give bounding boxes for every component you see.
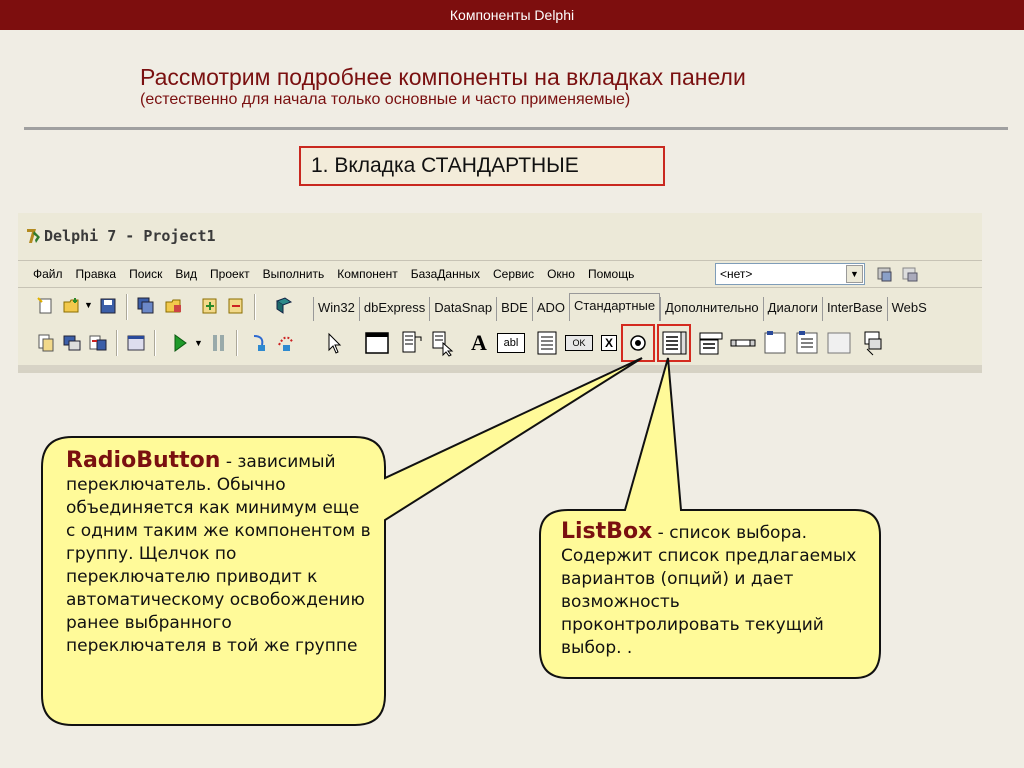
scrollbar-icon[interactable] (729, 329, 757, 357)
mainmenu-icon[interactable] (399, 329, 427, 357)
menu-item[interactable]: Вид (168, 267, 203, 281)
open-project-icon[interactable] (164, 296, 184, 316)
radiobutton-description: RadioButton - зависимый переключатель. О… (66, 449, 371, 658)
view-unit-icon[interactable] (36, 333, 56, 353)
palette-tab[interactable]: Стандартные (569, 293, 661, 321)
palette-tab[interactable]: WebS (886, 297, 931, 321)
menu-bar: Файл Правка Поиск Вид Проект Выполнить Компоне… (18, 260, 982, 288)
delphi-logo-icon (24, 227, 42, 245)
palette-tab[interactable]: Дополнительно (660, 297, 763, 321)
chevron-down-icon[interactable]: ▼ (846, 265, 863, 283)
menu-item[interactable]: БазаДанных (404, 267, 486, 281)
section-label: 1. Вкладка СТАНДАРТНЫЕ (299, 146, 665, 186)
slide-title: Рассмотрим подробнее компоненты на вклад… (140, 64, 746, 90)
trace-into-icon[interactable] (250, 333, 270, 353)
step-over-icon[interactable] (276, 333, 296, 353)
menu-item[interactable]: Поиск (122, 267, 168, 281)
menu-items: Файл Правка Поиск Вид Проект Выполнить Компоне… (26, 267, 640, 281)
slide-header: Компоненты Delphi (0, 0, 1024, 30)
open-dropdown-icon[interactable]: ▼ (84, 300, 93, 310)
window-titlebar: Delphi 7 - Project1 (18, 213, 982, 255)
radiogroup-icon[interactable] (793, 329, 821, 357)
combobox-icon[interactable] (697, 329, 725, 357)
frames-icon[interactable] (363, 329, 391, 357)
slide-heading: Рассмотрим подробнее компоненты на вклад… (140, 64, 1000, 110)
new-form-icon[interactable] (126, 333, 146, 353)
palette-tab[interactable]: Диалоги (762, 297, 822, 321)
window-title: Delphi 7 - Project1 (44, 227, 216, 245)
palette-tab[interactable]: BDE (496, 297, 532, 321)
save-icon[interactable] (98, 296, 118, 316)
run-dropdown-icon[interactable]: ▼ (194, 338, 203, 348)
view-form-icon[interactable] (62, 333, 82, 353)
toolbar-separator (254, 294, 256, 320)
menu-item[interactable]: Компонент (330, 267, 404, 281)
menu-item[interactable]: Проект (203, 267, 256, 281)
desktop-combo[interactable]: <нет> ▼ (715, 263, 865, 285)
palette-tab[interactable]: InterBase (821, 297, 887, 321)
new-icon[interactable] (36, 296, 56, 316)
menu-item[interactable]: Файл (26, 267, 69, 281)
listbox-description: ListBox - список выбора. Содержит список… (561, 520, 861, 660)
popupmenu-icon[interactable] (429, 329, 457, 357)
menu-item[interactable]: Сервис (486, 267, 540, 281)
edit-component-icon[interactable]: abl (497, 333, 525, 353)
open-icon[interactable] (62, 296, 82, 316)
palette-tab[interactable]: dbExpress (358, 297, 429, 321)
toolbar-separator (236, 330, 238, 356)
delphi-window: Delphi 7 - Project1 Файл Правка Поиск Вид Пр… (18, 213, 982, 373)
pointer-icon[interactable] (319, 329, 347, 357)
add-to-project-icon[interactable] (200, 296, 220, 316)
remove-from-project-icon[interactable] (226, 296, 246, 316)
radiobutton-text: - зависимый переключатель. Обычно объеди… (66, 452, 371, 656)
palette-tabs: Win32 dbExpress DataSnap BDE ADO Стандартные Д… (313, 291, 931, 321)
pause-icon[interactable] (208, 333, 228, 353)
listbox-icon[interactable] (660, 329, 688, 357)
actionlist-icon[interactable] (859, 329, 887, 357)
toggle-form-unit-icon[interactable] (88, 333, 108, 353)
radiobutton-term: RadioButton (66, 448, 221, 473)
listbox-term: ListBox (561, 519, 653, 544)
slide-subtitle: (естественно для начала только основные … (140, 91, 631, 108)
toolbar-row-2: ▼ A abl OK X (18, 324, 982, 362)
menu-item[interactable]: Выполнить (256, 267, 331, 281)
panel-icon[interactable] (825, 329, 853, 357)
memo-icon[interactable] (533, 329, 561, 357)
palette-tab[interactable]: ADO (531, 297, 569, 321)
palette-tab[interactable]: Win32 (313, 297, 359, 321)
radiobutton-icon[interactable] (624, 329, 652, 357)
toolbar-row-1: ▼ Win32 dbExpress DataSnap BDE ADO Стандартны… (18, 291, 982, 323)
save-desktop-icon[interactable] (876, 265, 894, 283)
set-debug-desktop-icon[interactable] (901, 265, 919, 283)
combo-value: <нет> (720, 267, 753, 281)
button-component-icon[interactable]: OK (565, 335, 593, 351)
label-component-icon[interactable]: A (465, 329, 493, 357)
toolbar-separator (126, 294, 128, 320)
menu-item[interactable]: Правка (69, 267, 123, 281)
help-book-icon[interactable] (274, 296, 294, 316)
save-all-icon[interactable] (136, 296, 156, 316)
divider (24, 127, 1008, 130)
form-designer-edge (18, 365, 982, 370)
checkbox-component-icon[interactable]: X (601, 335, 617, 351)
menu-item[interactable]: Помощь (581, 267, 640, 281)
palette-tab[interactable]: DataSnap (429, 297, 496, 321)
menu-item[interactable]: Окно (540, 267, 581, 281)
toolbar-separator (116, 330, 118, 356)
toolbar-separator (154, 330, 156, 356)
run-icon[interactable] (170, 333, 190, 353)
groupbox-icon[interactable] (761, 329, 789, 357)
